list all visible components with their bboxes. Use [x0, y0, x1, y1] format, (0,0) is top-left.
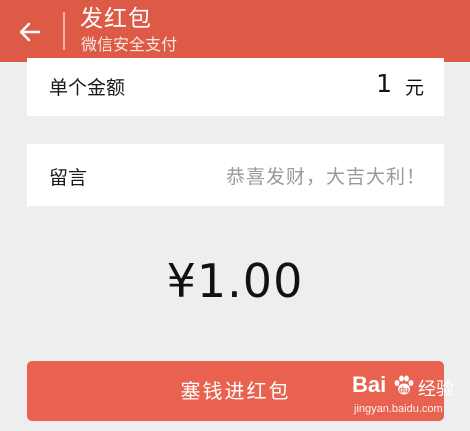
baidu-watermark: Bai du 经验 jingyan.baidu.com: [352, 372, 464, 426]
amount-input[interactable]: 1: [376, 69, 392, 98]
header-divider: [63, 12, 65, 50]
paw-icon: du: [394, 375, 414, 395]
watermark-logo-text: Bai: [352, 372, 387, 397]
watermark-url: jingyan.baidu.com: [354, 403, 443, 415]
header-bar: 发红包 微信安全支付: [0, 0, 470, 62]
message-row[interactable]: 留言 恭喜发财，大吉大利！: [27, 144, 444, 206]
message-label: 留言: [49, 167, 88, 189]
total-amount: ¥1.00: [166, 254, 304, 308]
back-button[interactable]: [10, 12, 50, 52]
message-input[interactable]: 恭喜发财，大吉大利！: [146, 162, 426, 189]
svg-text:du: du: [399, 386, 409, 395]
amount-row[interactable]: 单个金额 1 元: [27, 58, 444, 116]
watermark-logo-suffix: 经验: [418, 379, 454, 400]
arrow-left-icon: [19, 22, 41, 42]
amount-unit: 元: [404, 77, 424, 99]
page-title: 发红包: [80, 6, 152, 32]
page-subtitle: 微信安全支付: [81, 35, 178, 54]
amount-label: 单个金额: [49, 77, 126, 99]
